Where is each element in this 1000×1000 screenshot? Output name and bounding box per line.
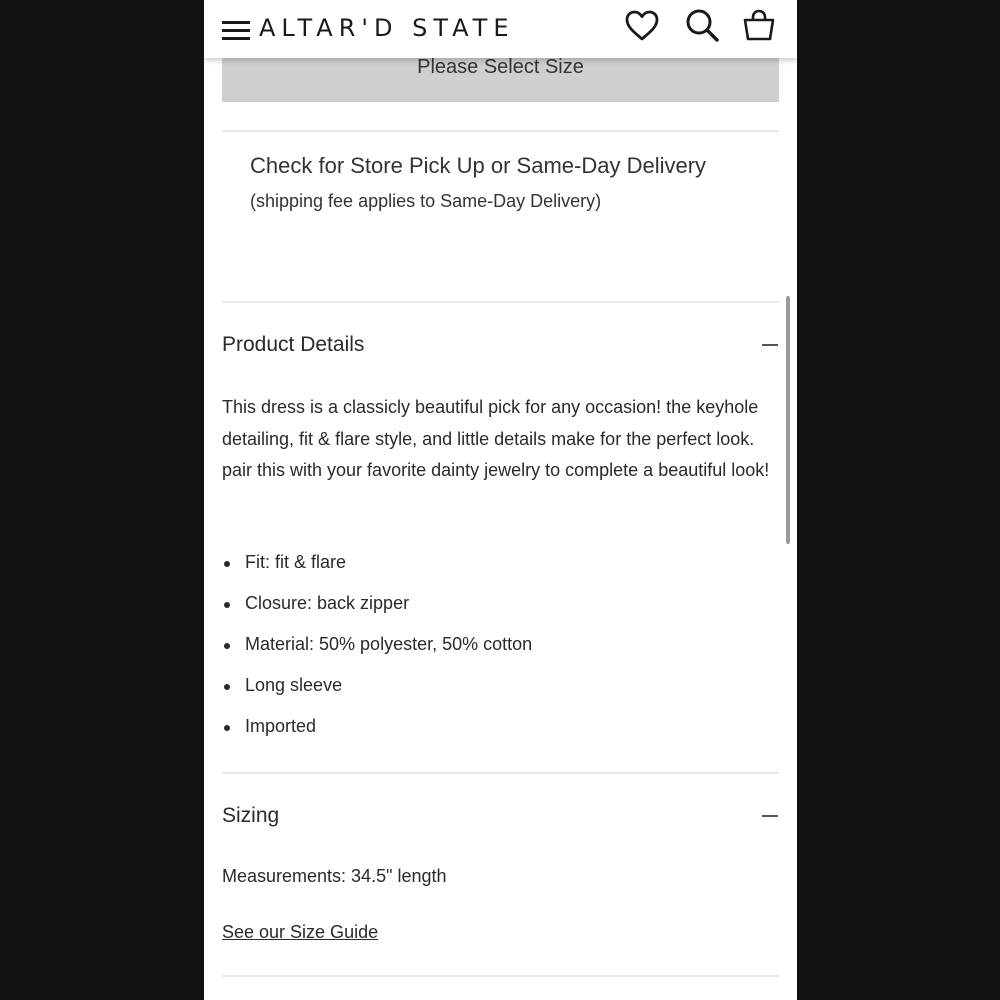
product-details-heading[interactable]: Product Details [222,333,364,357]
divider [222,975,779,977]
divider [222,301,779,303]
store-pickup-link[interactable]: Check for Store Pick Up or Same-Day Deli… [250,153,706,179]
shopping-bag-icon[interactable] [741,8,777,44]
site-header: ALTAR'D STATE [204,0,797,58]
collapse-minus-icon[interactable] [762,344,778,346]
pickup-note: (shipping fee applies to Same-Day Delive… [250,191,602,211]
list-item: Fit: fit & flare [222,548,532,589]
brand-logo[interactable]: ALTAR'D STATE [259,14,515,42]
product-features-list: Fit: fit & flare Closure: back zipper Ma… [222,548,532,753]
sizing-heading[interactable]: Sizing [222,804,279,828]
search-icon[interactable] [684,8,720,44]
list-item: Long sleeve [222,671,532,712]
divider [222,130,779,132]
mobile-page: ALTAR'D STATE Please Select Size Check f… [204,0,797,1000]
menu-icon[interactable] [222,19,250,41]
measurements-text: Measurements: 34.5" length [222,866,447,886]
list-item: Material: 50% polyester, 50% cotton [222,630,532,671]
product-description: This dress is a classicly beautiful pick… [222,397,770,480]
heart-icon[interactable] [624,8,660,44]
list-item: Imported [222,712,532,753]
size-guide-link[interactable]: See our Size Guide [222,922,378,943]
scrollbar[interactable] [786,296,790,544]
divider [222,772,779,774]
list-item: Closure: back zipper [222,589,532,630]
collapse-minus-icon[interactable] [762,815,778,817]
